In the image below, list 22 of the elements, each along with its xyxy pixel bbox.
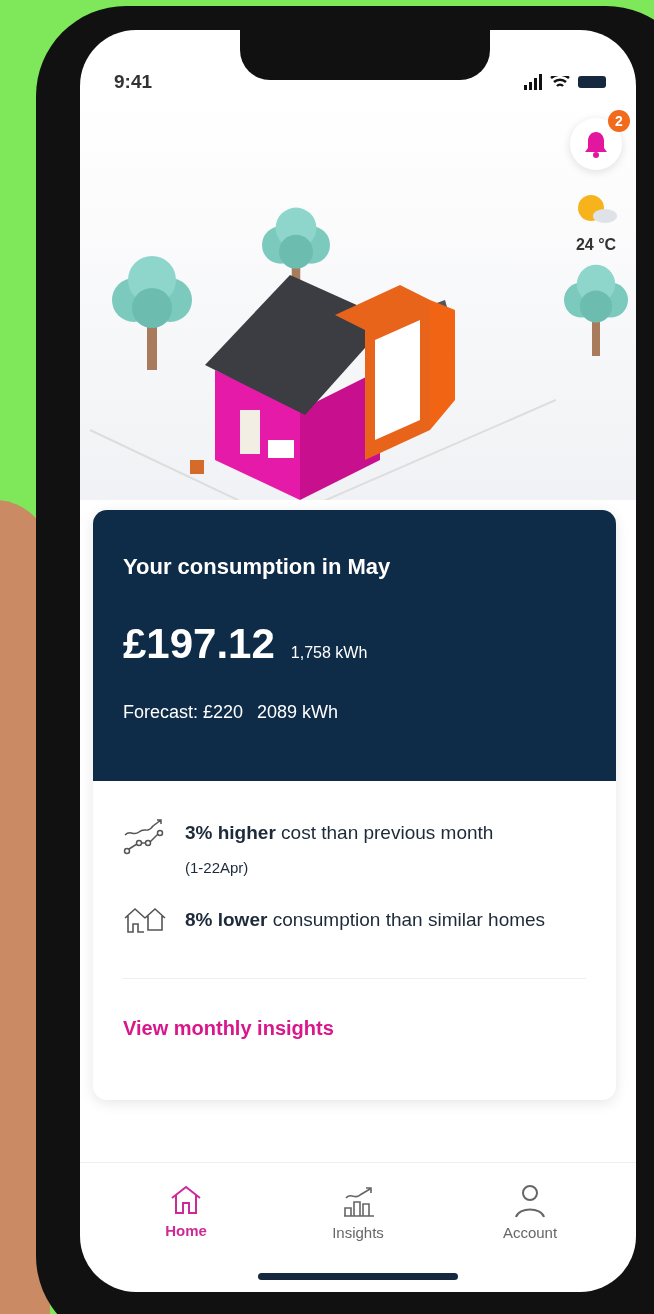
insight-text: 3% higher cost than previous month <box>185 821 494 845</box>
card-title: Your consumption in May <box>123 554 392 580</box>
person-icon <box>512 1184 548 1218</box>
status-time: 9:41 <box>114 71 153 93</box>
temperature-text: 24 °C <box>575 236 617 254</box>
nav-tab[interactable]: Account <box>470 1183 590 1273</box>
wifi-icon <box>550 76 570 88</box>
nav-tab[interactable]: Insights <box>298 1183 418 1273</box>
insight-note: (1-22Apr) <box>185 859 250 876</box>
insight-text: 8% lower consumption than similar homes <box>185 908 546 932</box>
forecast-text: Forecast: £220 <box>123 702 244 723</box>
bell-icon <box>584 130 608 158</box>
energy-amount: 1,758 kWh <box>290 644 368 662</box>
notification-count-badge: 2 <box>608 110 630 132</box>
forecast-energy-text: 2089 kWh <box>257 702 339 723</box>
signal-icon <box>524 74 542 90</box>
cost-amount: £197.12 <box>123 620 275 668</box>
view-insights-link[interactable]: View monthly insights <box>123 1017 334 1040</box>
home-icon <box>169 1184 203 1216</box>
notification-bell-button[interactable] <box>570 118 622 170</box>
battery-icon <box>578 76 606 88</box>
nav-tab[interactable]: Home <box>126 1183 246 1273</box>
